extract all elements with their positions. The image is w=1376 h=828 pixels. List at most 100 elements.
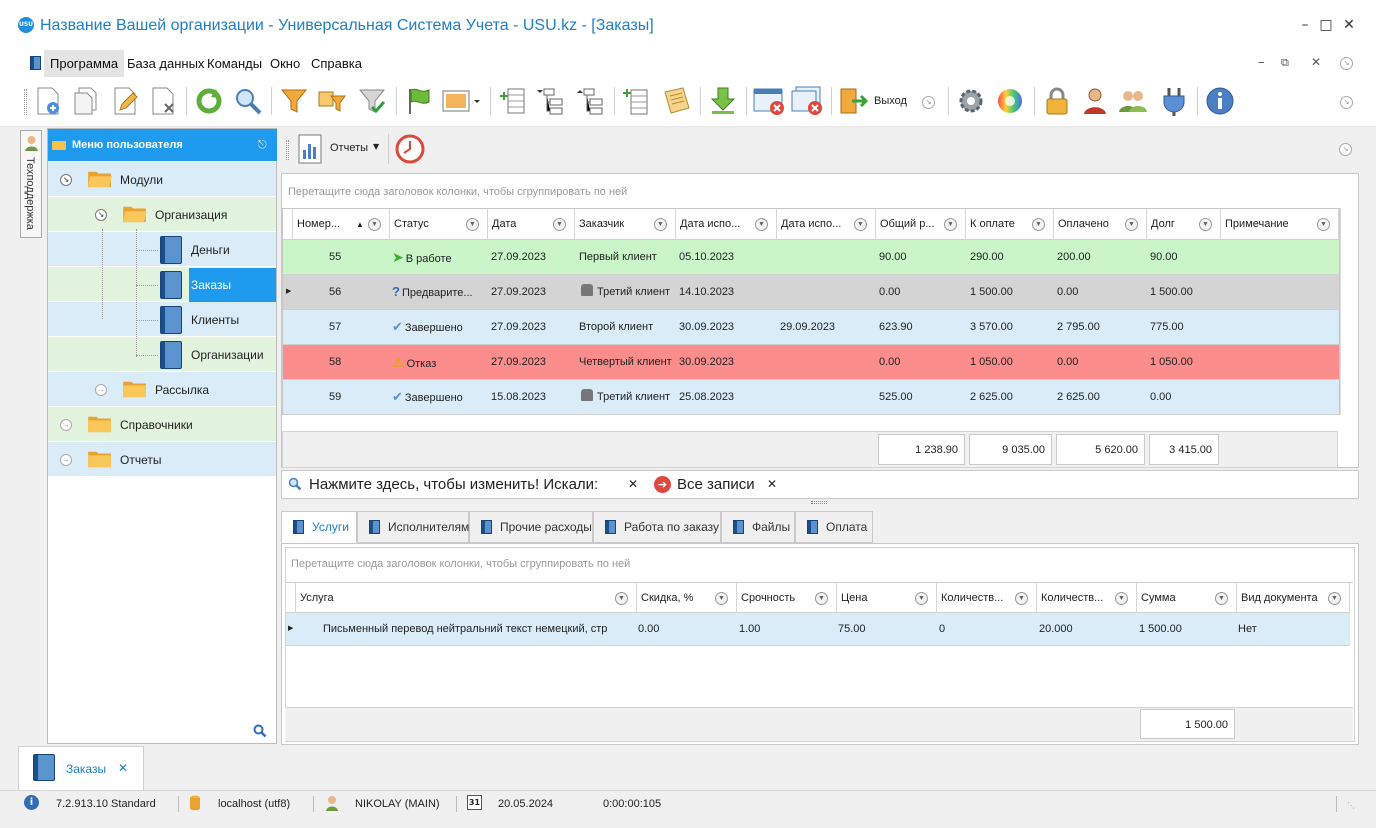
tree-item-mailing[interactable]: → Рассылка (48, 373, 276, 407)
minimize-icon[interactable]: – (1295, 15, 1315, 35)
col-header-service[interactable]: Услуга ▼ (296, 583, 637, 613)
expand-icon[interactable]: → (95, 384, 107, 396)
col-header-discount[interactable]: Скидка, % ▼ (637, 583, 737, 613)
window-tab-orders[interactable]: Заказы ✕ (18, 746, 144, 790)
color-wheel-icon[interactable] (995, 86, 1025, 116)
edit-record-icon[interactable] (110, 86, 140, 116)
close-all-windows-icon[interactable] (791, 86, 825, 116)
col-header-status[interactable]: Статус ▼ (390, 209, 488, 240)
col-header-number[interactable]: Номер... ▲ ▼ (293, 209, 390, 240)
add-row-icon[interactable] (621, 86, 651, 116)
table-row[interactable]: 59 ✔ Завершено 15.08.2023 Третий клиент 25.08… (283, 380, 1339, 415)
support-tab[interactable]: Техподдержка (20, 130, 42, 238)
tree-item-organization[interactable]: ↘ Организация (48, 198, 276, 232)
exit-icon[interactable] (838, 86, 868, 116)
plugin-icon[interactable] (1159, 86, 1189, 116)
close-window-icon[interactable] (753, 86, 787, 116)
tree-item-references[interactable]: → Справочники (48, 408, 276, 442)
col-header-quantity-2[interactable]: Количеств... ▼ (1037, 583, 1137, 613)
menu-search-icon[interactable] (253, 724, 267, 738)
col-header-debt[interactable]: Долг ▼ (1147, 209, 1221, 240)
col-header-date[interactable]: Дата ▼ (488, 209, 575, 240)
col-header-note[interactable]: Примечание ▼ (1221, 209, 1339, 240)
filter-bar[interactable]: Нажмите здесь, чтобы изменить! Искали: ✕… (281, 470, 1359, 499)
filter-settings-icon[interactable] (317, 86, 347, 116)
mdi-minimize-icon[interactable]: – (1258, 55, 1265, 70)
col-header-paid[interactable]: Оплачено ▼ (1054, 209, 1147, 240)
collapse-icon[interactable]: ↘ (95, 209, 107, 221)
table-row[interactable]: 58 ⚠ Отказ 27.09.2023 Четвертый клиент 30.09.… (283, 345, 1339, 380)
reports-dropdown[interactable]: Отчеты (330, 142, 368, 154)
download-icon[interactable] (708, 86, 738, 116)
pin-icon[interactable]: ⎋ (258, 138, 267, 152)
tree-item-money[interactable]: Деньги (48, 233, 276, 267)
resize-grip-icon[interactable]: ⋱ (1347, 801, 1355, 810)
lock-icon[interactable] (1042, 86, 1072, 116)
mdi-restore-icon[interactable]: ⧉ (1281, 56, 1289, 70)
exit-label[interactable]: Выход (874, 95, 907, 107)
mdi-close-icon[interactable]: ✕ (1311, 55, 1321, 69)
table-row[interactable]: 55 ➤ В работе 27.09.2023 Первый клиент 05.10.… (283, 240, 1339, 275)
reports-icon[interactable] (297, 134, 323, 164)
col-header-urgency[interactable]: Срочность ▼ (737, 583, 837, 613)
filter-value[interactable]: Все записи (677, 476, 755, 493)
flag-icon[interactable] (404, 86, 434, 116)
collapse-icon[interactable]: ↘ (60, 174, 72, 186)
expand-icon[interactable]: → (60, 419, 72, 431)
expand-icon[interactable]: → (60, 454, 72, 466)
tab-files[interactable]: Файлы (721, 511, 795, 543)
new-record-icon[interactable] (33, 86, 63, 116)
table-row[interactable]: ▶ Письменный перевод нейтральний текст н… (286, 613, 1350, 646)
tab-executors[interactable]: Исполнителям (357, 511, 469, 543)
clear-filter-icon[interactable] (357, 86, 387, 116)
col-header-sum[interactable]: Сумма ▼ (1137, 583, 1237, 613)
menu-expand-icon[interactable]: ↘ (1340, 57, 1353, 70)
menu-help[interactable]: Справка (305, 50, 368, 77)
vertical-scrollbar[interactable] (1340, 208, 1358, 415)
image-dropdown-icon[interactable] (441, 86, 481, 116)
col-header-to-pay[interactable]: К оплате ▼ (966, 209, 1054, 240)
col-header-doc-type[interactable]: Вид документа ▼ (1237, 583, 1350, 613)
menu-commands[interactable]: Команды (201, 50, 268, 77)
tree-item-organizations[interactable]: Организации (48, 338, 276, 372)
tree-expand-icon[interactable] (536, 86, 566, 116)
col-header-price[interactable]: Цена ▼ (837, 583, 937, 613)
remove-filter-icon[interactable]: ✕ (767, 477, 777, 491)
col-header-total[interactable]: Общий р... ▼ (876, 209, 966, 240)
toolbar-more-icon[interactable]: ↘ (922, 96, 935, 109)
clock-icon[interactable] (395, 134, 425, 164)
chevron-down-icon[interactable]: ▼ (373, 142, 379, 151)
search-icon[interactable] (233, 86, 263, 116)
toolbar-expand-icon[interactable]: ↘ (1340, 96, 1353, 109)
filter-prompt[interactable]: Нажмите здесь, чтобы изменить! Искали: (309, 476, 598, 493)
tree-item-modules[interactable]: ↘ Модули (48, 163, 276, 197)
filter-icon[interactable] (279, 86, 309, 116)
info-icon[interactable] (1205, 86, 1235, 116)
tree-item-orders[interactable]: Заказы (48, 268, 276, 302)
notes-icon[interactable] (661, 86, 691, 116)
close-tab-icon[interactable]: ✕ (118, 761, 128, 775)
menu-program[interactable]: Программа (44, 50, 125, 77)
splitter-handle[interactable] (811, 501, 827, 504)
tree-collapse-icon[interactable] (576, 86, 606, 116)
tree-item-reports[interactable]: → Отчеты (48, 443, 276, 477)
maximize-icon[interactable]: □ (1316, 15, 1336, 35)
reports-expand-icon[interactable]: ↘ (1339, 143, 1352, 156)
settings-gear-icon[interactable] (956, 86, 986, 116)
col-header-due-date[interactable]: Дата испо... ▼ (676, 209, 777, 240)
refresh-icon[interactable] (194, 86, 224, 116)
table-row[interactable]: ▶ 56 ? Предварите... 27.09.2023 Третий клиент… (283, 275, 1339, 310)
tab-payment[interactable]: Оплата (795, 511, 873, 543)
delete-record-icon[interactable] (148, 86, 178, 116)
close-icon[interactable]: ✕ (1339, 15, 1359, 35)
col-header-quantity-1[interactable]: Количеств... ▼ (937, 583, 1037, 613)
tab-order-work[interactable]: Работа по заказу (593, 511, 721, 543)
users-group-icon[interactable] (1118, 86, 1148, 116)
tab-services[interactable]: Услуги (281, 511, 357, 543)
add-column-icon[interactable] (498, 86, 528, 116)
copy-record-icon[interactable] (71, 86, 101, 116)
table-row[interactable]: 57 ✔ Завершено 27.09.2023 Второй клиент 30.09… (283, 310, 1339, 345)
menu-database[interactable]: База данных (121, 50, 210, 77)
col-header-client[interactable]: Заказчик ▼ (575, 209, 676, 240)
tree-item-clients[interactable]: Клиенты (48, 303, 276, 337)
